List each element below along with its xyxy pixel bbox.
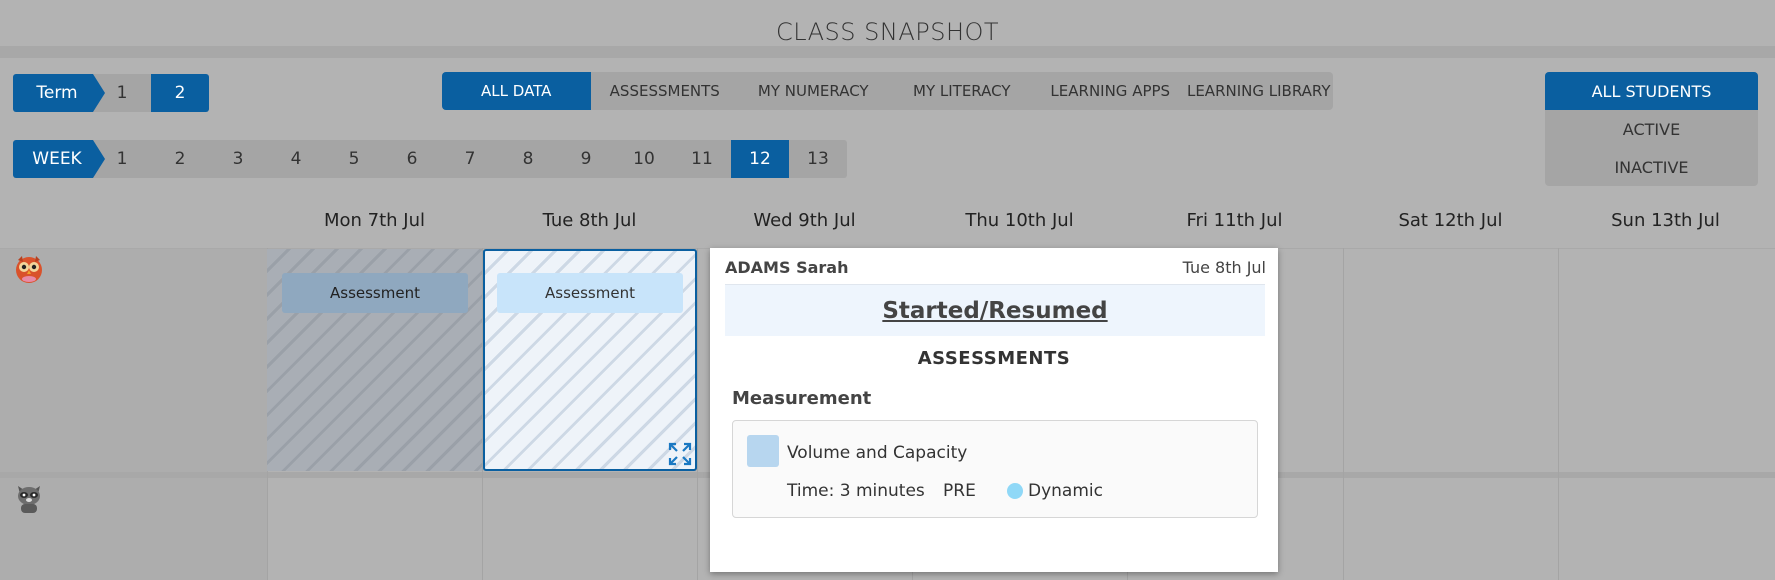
week-option-7[interactable]: 7	[441, 140, 499, 178]
popup-date: Tue 8th Jul	[1182, 258, 1266, 277]
day-header-sat: Sat 12th Jul	[1398, 210, 1503, 231]
week-option-6[interactable]: 6	[383, 140, 441, 178]
week-option-10[interactable]: 10	[615, 140, 673, 178]
owl-avatar-icon[interactable]	[12, 252, 46, 286]
raccoon-avatar-icon[interactable]	[12, 480, 46, 514]
tab-my-numeracy[interactable]: MY NUMERACY	[739, 72, 888, 110]
title-divider	[0, 46, 1775, 58]
grid-line	[1558, 248, 1559, 580]
day-header-fri: Fri 11th Jul	[1186, 210, 1283, 231]
assessment-chip-tue[interactable]: Assessment	[497, 273, 683, 313]
student-filter: ALL STUDENTS ACTIVE INACTIVE	[1545, 72, 1758, 186]
popup-skill-name: Volume and Capacity	[787, 443, 968, 463]
day-header-mon: Mon 7th Jul	[323, 210, 426, 231]
week-option-9[interactable]: 9	[557, 140, 615, 178]
day-header-wed: Wed 9th Jul	[753, 210, 856, 231]
day-header-sun: Sun 13th Jul	[1611, 210, 1720, 231]
filter-all-students[interactable]: ALL STUDENTS	[1545, 72, 1758, 110]
tab-learning-apps[interactable]: LEARNING APPS	[1036, 72, 1185, 110]
week-selector: WEEK 1 2 3 4 5 6 7 8 9 10 11 12 13	[13, 140, 847, 178]
grid-line	[697, 248, 698, 580]
popup-category: ASSESSMENTS	[917, 348, 1071, 369]
week-option-5[interactable]: 5	[325, 140, 383, 178]
popup-strand: Measurement	[732, 388, 872, 409]
popup-phase: PRE	[943, 481, 976, 501]
filter-inactive[interactable]: INACTIVE	[1545, 148, 1758, 186]
popup-status-link[interactable]: Started/Resumed	[725, 284, 1265, 336]
week-label: WEEK	[13, 140, 105, 178]
popup-time: Time: 3 minutes	[787, 481, 925, 501]
week-option-4[interactable]: 4	[267, 140, 325, 178]
term-selector: Term 1 2	[13, 74, 209, 112]
term-label: Term	[13, 74, 105, 112]
assessment-chip-mon[interactable]: Assessment	[282, 273, 468, 313]
popup-mode: Dynamic	[1028, 481, 1103, 501]
dynamic-dot-icon	[1007, 483, 1023, 499]
popup-student-name: ADAMS Sarah	[725, 258, 849, 277]
week-option-3[interactable]: 3	[209, 140, 267, 178]
filter-active[interactable]: ACTIVE	[1545, 110, 1758, 148]
tab-my-literacy[interactable]: MY LITERACY	[888, 72, 1037, 110]
week-option-12[interactable]: 12	[731, 140, 789, 178]
popup-skill-card: Volume and Capacity Time: 3 minutes PRE …	[732, 420, 1258, 518]
day-header-tue: Tue 8th Jul	[542, 210, 637, 231]
week-option-13[interactable]: 13	[789, 140, 847, 178]
tab-all-data[interactable]: ALL DATA	[442, 72, 591, 110]
tab-assessments[interactable]: ASSESSMENTS	[591, 72, 740, 110]
grid-line	[1343, 248, 1344, 580]
page-title: CLASS SNAPSHOT	[775, 18, 1000, 46]
data-tabs: ALL DATA ASSESSMENTS MY NUMERACY MY LITE…	[442, 72, 1333, 110]
skill-color-swatch	[747, 435, 779, 467]
tab-learning-library[interactable]: LEARNING LIBRARY	[1185, 72, 1334, 110]
term-option-2[interactable]: 2	[151, 74, 209, 112]
week-option-11[interactable]: 11	[673, 140, 731, 178]
assessment-detail-popup: ADAMS Sarah Tue 8th Jul Started/Resumed …	[710, 248, 1278, 572]
week-option-2[interactable]: 2	[151, 140, 209, 178]
day-header-thu: Thu 10th Jul	[965, 210, 1074, 231]
week-option-8[interactable]: 8	[499, 140, 557, 178]
expand-icon[interactable]	[668, 442, 692, 466]
